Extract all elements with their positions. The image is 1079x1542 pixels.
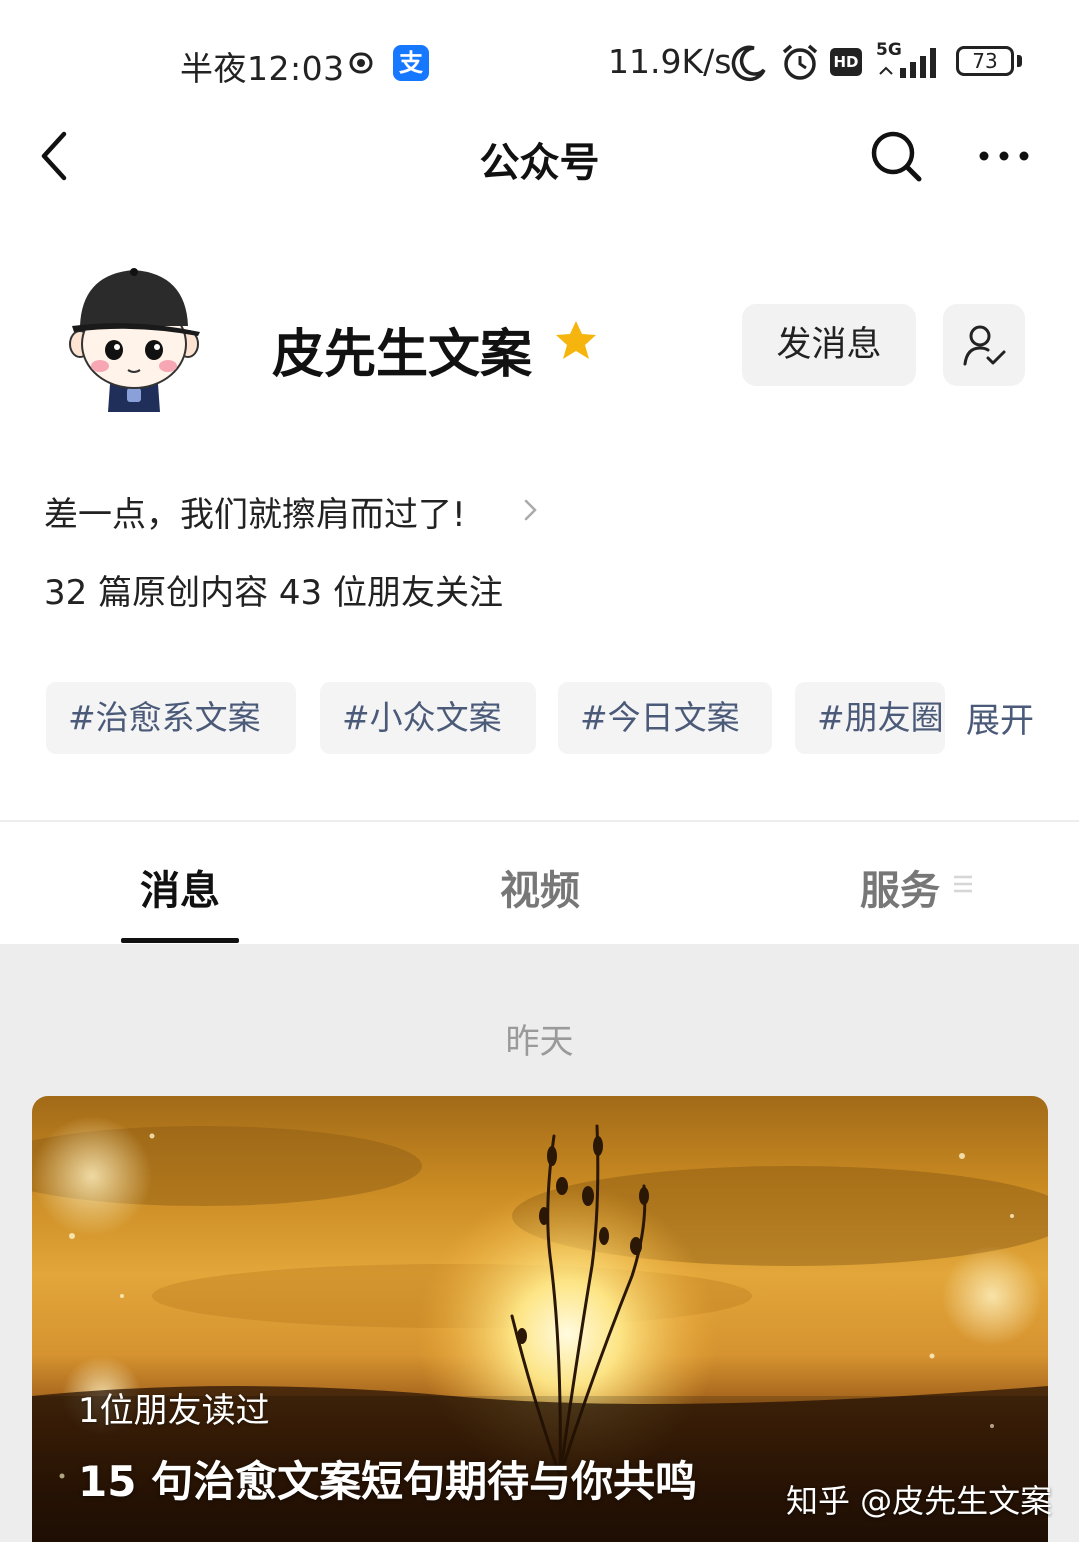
- signal-icon: [879, 48, 936, 78]
- account-bio[interactable]: 差一点，我们就擦肩而过了!: [44, 487, 466, 536]
- status-time: 半夜12:03: [180, 49, 345, 88]
- tag-today[interactable]: #今日文案: [558, 682, 772, 754]
- moon-icon: [731, 45, 766, 82]
- tab-videos[interactable]: 视频: [440, 858, 640, 916]
- network-speed: 11.9K/s: [608, 42, 732, 81]
- send-message-button[interactable]: 发消息: [742, 304, 916, 386]
- user-check-icon: [963, 325, 1006, 366]
- alipay-icon: 支: [393, 45, 429, 81]
- hd-badge: HD: [830, 48, 862, 76]
- expand-tags-button[interactable]: 展开: [962, 693, 1034, 742]
- search-icon[interactable]: [868, 128, 924, 184]
- menu-icon: [954, 875, 972, 893]
- tag-healing[interactable]: #治愈系文案: [46, 682, 296, 754]
- date-label: 昨天: [505, 1022, 574, 1062]
- record-icon: [349, 52, 373, 74]
- more-icon[interactable]: [976, 143, 1032, 169]
- active-tab-indicator: [121, 938, 239, 943]
- chevron-right-icon[interactable]: [521, 493, 541, 527]
- battery-icon: 73: [956, 46, 1014, 76]
- avatar[interactable]: [64, 262, 204, 412]
- tag-moments[interactable]: #朋友圈文案: [795, 682, 945, 754]
- follow-status-button[interactable]: [943, 304, 1025, 386]
- article-readers: 1位朋友读过: [78, 1391, 270, 1431]
- tab-messages[interactable]: 消息: [80, 858, 280, 916]
- tag-niche[interactable]: #小众文案: [320, 682, 536, 754]
- section-divider: [0, 820, 1079, 822]
- account-stats[interactable]: 32 篇原创内容 43 位朋友关注: [44, 565, 503, 614]
- article-title[interactable]: 15 句治愈文案短句期待与你共鸣: [78, 1448, 697, 1509]
- account-name: 皮先生文案: [272, 325, 533, 385]
- star-icon: [556, 321, 596, 359]
- alarm-icon: [782, 44, 818, 80]
- watermark: 知乎 @皮先生文案: [786, 1482, 1053, 1520]
- battery-tip: [1017, 55, 1022, 67]
- status-bar: 半夜12:03 支 11.9K/s HD 5G 73: [0, 0, 1079, 120]
